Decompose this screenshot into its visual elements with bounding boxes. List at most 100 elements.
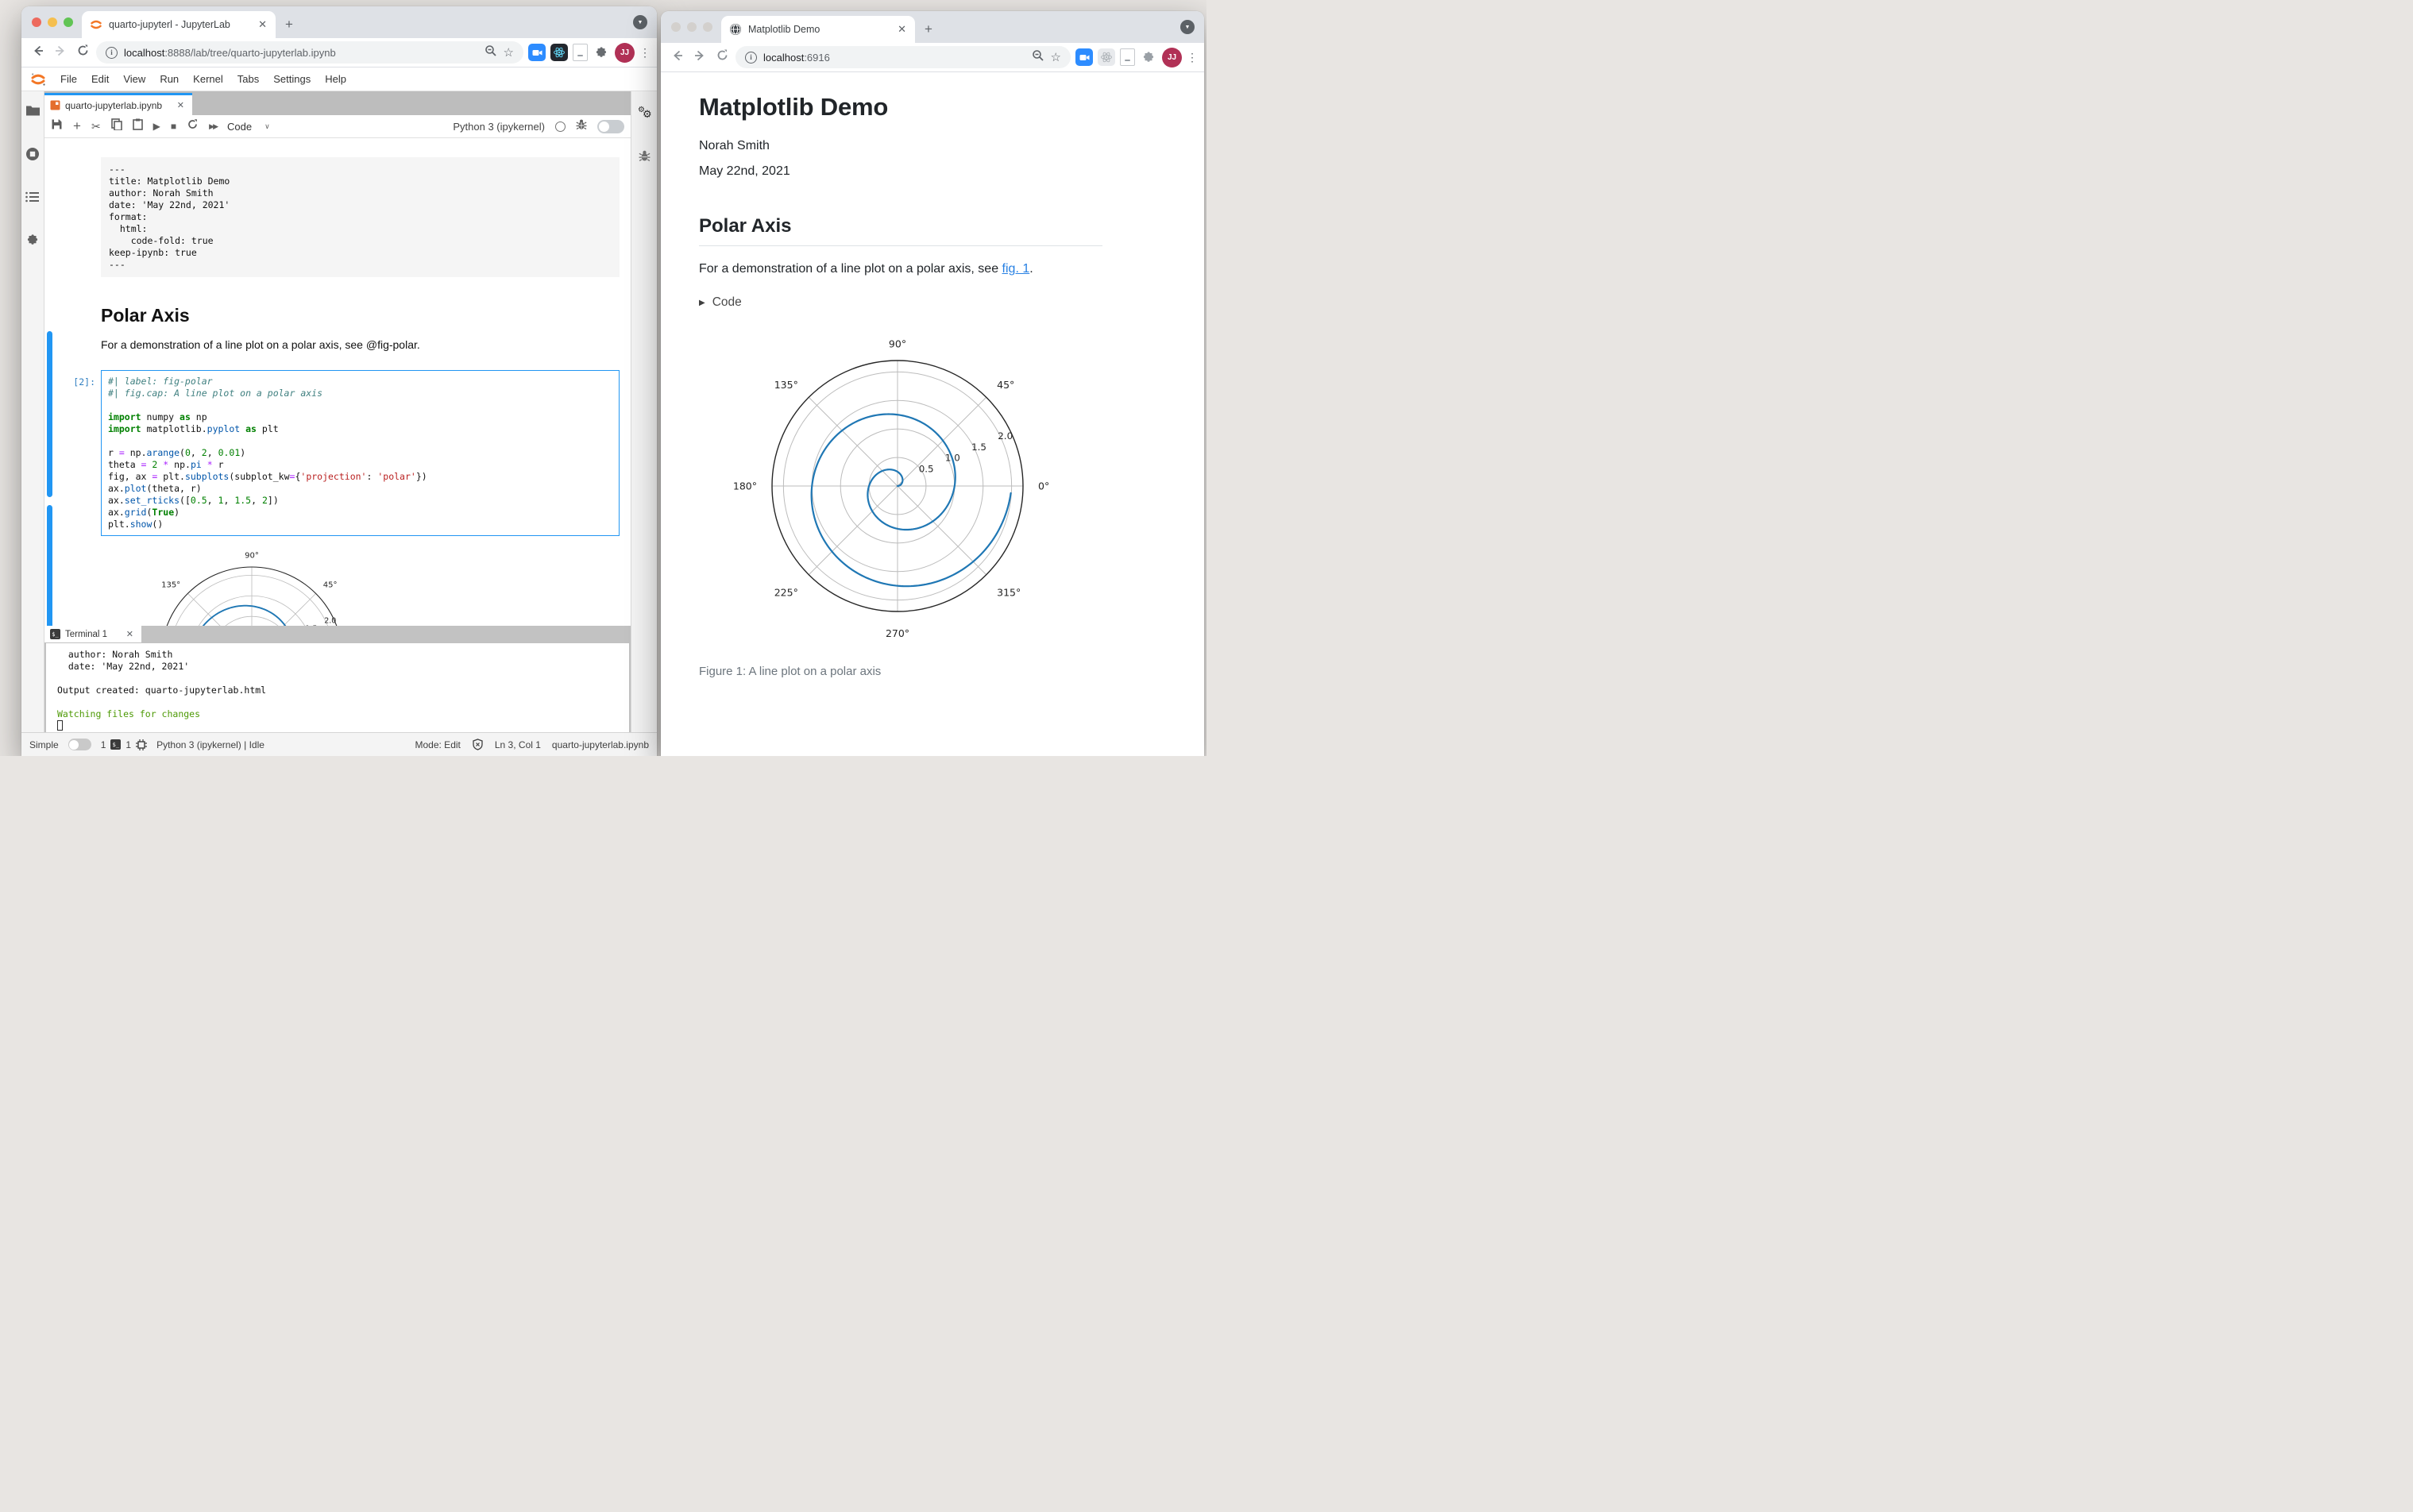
menu-item-settings[interactable]: Settings [266, 73, 318, 85]
tab-close-icon[interactable]: ✕ [256, 18, 269, 31]
kernel-status-icon[interactable] [555, 121, 566, 132]
back-icon[interactable] [669, 48, 686, 67]
restart-run-all-button[interactable]: ▶▶ [209, 122, 218, 131]
site-info-icon[interactable]: i [745, 51, 757, 64]
minimize-window-button[interactable] [48, 17, 57, 27]
quarto-document[interactable]: Matplotlib Demo Norah Smith May 22nd, 20… [661, 72, 1204, 756]
session-counts[interactable]: 1 $_ 1 [101, 739, 148, 750]
document-extension-icon[interactable] [1120, 48, 1135, 66]
zoom-window-button[interactable] [64, 17, 73, 27]
tab-search-icon[interactable]: ▼ [633, 15, 647, 29]
puzzle-extensions-icon[interactable] [593, 44, 610, 61]
svg-text:225°: 225° [774, 586, 798, 598]
minimize-window-button[interactable] [687, 22, 697, 32]
notebook-tab[interactable]: quarto-jupyterlab.ipynb ✕ [44, 93, 192, 115]
react-devtools-extension-icon[interactable] [550, 44, 568, 61]
forward-icon[interactable] [52, 44, 69, 62]
code-editor[interactable]: #| label: fig-polar #| fig.cap: A line pl… [108, 376, 612, 530]
code-cell[interactable]: [2]: #| label: fig-polar #| fig.cap: A li… [73, 370, 620, 536]
document-extension-icon[interactable] [573, 44, 588, 61]
running-sessions-icon[interactable] [25, 147, 40, 165]
notebook-toolbar-toggle[interactable] [597, 119, 624, 133]
kernel-status-text[interactable]: Python 3 (ipykernel) | Idle [156, 739, 264, 750]
output-collapser[interactable] [47, 505, 52, 626]
address-bar[interactable]: i localhost:6916 ☆ [735, 46, 1071, 68]
zoom-level-icon[interactable] [485, 44, 497, 61]
file-browser-icon[interactable] [25, 104, 41, 121]
property-inspector-icon[interactable]: ⚙ ⚙ [636, 104, 652, 124]
window-controls[interactable] [32, 17, 73, 27]
tab-search-icon[interactable]: ▼ [1180, 20, 1195, 34]
menu-item-run[interactable]: Run [153, 73, 186, 85]
site-info-icon[interactable]: i [106, 46, 118, 59]
terminal-output[interactable]: author: Norah Smith date: 'May 22nd, 202… [46, 643, 629, 738]
simple-mode-toggle[interactable] [68, 739, 91, 750]
window-controls-inactive[interactable] [671, 22, 712, 32]
extension-manager-icon[interactable] [25, 233, 40, 251]
back-icon[interactable] [29, 44, 47, 62]
tab-close-icon[interactable]: ✕ [895, 23, 909, 36]
terminal-tab-close-icon[interactable]: ✕ [124, 629, 136, 639]
notebook-tab-close-icon[interactable]: ✕ [175, 100, 187, 110]
new-tab-button[interactable]: + [285, 17, 293, 33]
browser-menu-icon[interactable]: ⋮ [639, 46, 651, 60]
notebook-scroll-area[interactable]: --- title: Matplotlib Demo author: Norah… [44, 138, 631, 626]
restart-kernel-button[interactable] [187, 118, 199, 134]
add-cell-button[interactable]: + [73, 118, 81, 134]
cut-cells-button[interactable]: ✂ [91, 120, 101, 133]
stop-kernel-button[interactable]: ■ [171, 121, 176, 132]
run-cell-button[interactable]: ▶ [153, 121, 160, 132]
menu-item-kernel[interactable]: Kernel [186, 73, 230, 85]
figure-link[interactable]: fig. 1 [1002, 262, 1030, 276]
kernel-name-button[interactable]: Python 3 (ipykernel) [453, 121, 545, 133]
url-text[interactable]: localhost:6916 [763, 52, 830, 64]
cursor-position[interactable]: Ln 3, Col 1 [495, 739, 541, 750]
cell-type-dropdown[interactable]: Code ∨ [227, 121, 270, 133]
reload-icon[interactable] [74, 44, 91, 61]
svg-text:315°: 315° [997, 586, 1021, 598]
profile-avatar[interactable]: JJ [1162, 47, 1182, 68]
url-text[interactable]: localhost:8888/lab/tree/quarto-jupyterla… [124, 47, 336, 59]
new-tab-button[interactable]: + [925, 21, 932, 37]
shield-x-icon[interactable] [472, 739, 484, 750]
debugger-sidebar-icon[interactable] [639, 149, 651, 166]
zoom-level-icon[interactable] [1032, 49, 1044, 66]
react-devtools-extension-icon[interactable] [1098, 48, 1115, 66]
save-button[interactable] [51, 118, 63, 134]
debugger-bug-icon[interactable] [576, 118, 587, 134]
terminal-tab[interactable]: $_ Terminal 1 ✕ [44, 626, 141, 642]
table-of-contents-icon[interactable] [25, 191, 40, 206]
browser-tab-jupyterlab[interactable]: quarto-jupyterl - JupyterLab ✕ [82, 11, 276, 38]
zoom-extension-icon[interactable] [528, 44, 546, 61]
tab-title: quarto-jupyterl - JupyterLab [109, 19, 230, 30]
browser-tab-matplotlib-demo[interactable]: Matplotlib Demo ✕ [721, 16, 915, 43]
bookmark-star-icon[interactable]: ☆ [504, 45, 514, 60]
address-bar[interactable]: i localhost:8888/lab/tree/quarto-jupyter… [96, 41, 523, 64]
paste-cells-button[interactable] [132, 118, 143, 134]
browser-menu-icon[interactable]: ⋮ [1187, 51, 1198, 64]
close-window-button[interactable] [671, 22, 681, 32]
svg-text:2.0: 2.0 [998, 430, 1013, 442]
zoom-window-button[interactable] [703, 22, 712, 32]
menu-item-file[interactable]: File [53, 73, 84, 85]
bookmark-star-icon[interactable]: ☆ [1051, 50, 1061, 64]
terminal-panel: $_ Terminal 1 ✕ author: Norah Smith date… [44, 626, 631, 738]
jupyterlab-body: quarto-jupyterlab.ipynb ✕ + ✂ ▶ ■ ▶▶ Cod… [21, 91, 657, 738]
forward-icon[interactable] [691, 48, 708, 67]
terminal-tab-label: Terminal 1 [65, 629, 108, 639]
close-window-button[interactable] [32, 17, 41, 27]
input-collapser[interactable] [47, 331, 52, 497]
profile-avatar[interactable]: JJ [615, 42, 635, 63]
svg-text:2.0: 2.0 [324, 616, 336, 625]
zoom-extension-icon[interactable] [1075, 48, 1093, 66]
raw-yaml-cell[interactable]: --- title: Matplotlib Demo author: Norah… [101, 157, 620, 277]
menu-item-tabs[interactable]: Tabs [230, 73, 266, 85]
code-fold-toggle[interactable]: ▶ Code [699, 295, 1102, 310]
mode-indicator[interactable]: Mode: Edit [415, 739, 461, 750]
copy-cells-button[interactable] [110, 118, 122, 134]
menu-item-help[interactable]: Help [318, 73, 353, 85]
menu-item-edit[interactable]: Edit [84, 73, 116, 85]
reload-icon[interactable] [713, 48, 731, 66]
menu-item-view[interactable]: View [116, 73, 153, 85]
puzzle-extensions-icon[interactable] [1140, 48, 1157, 66]
